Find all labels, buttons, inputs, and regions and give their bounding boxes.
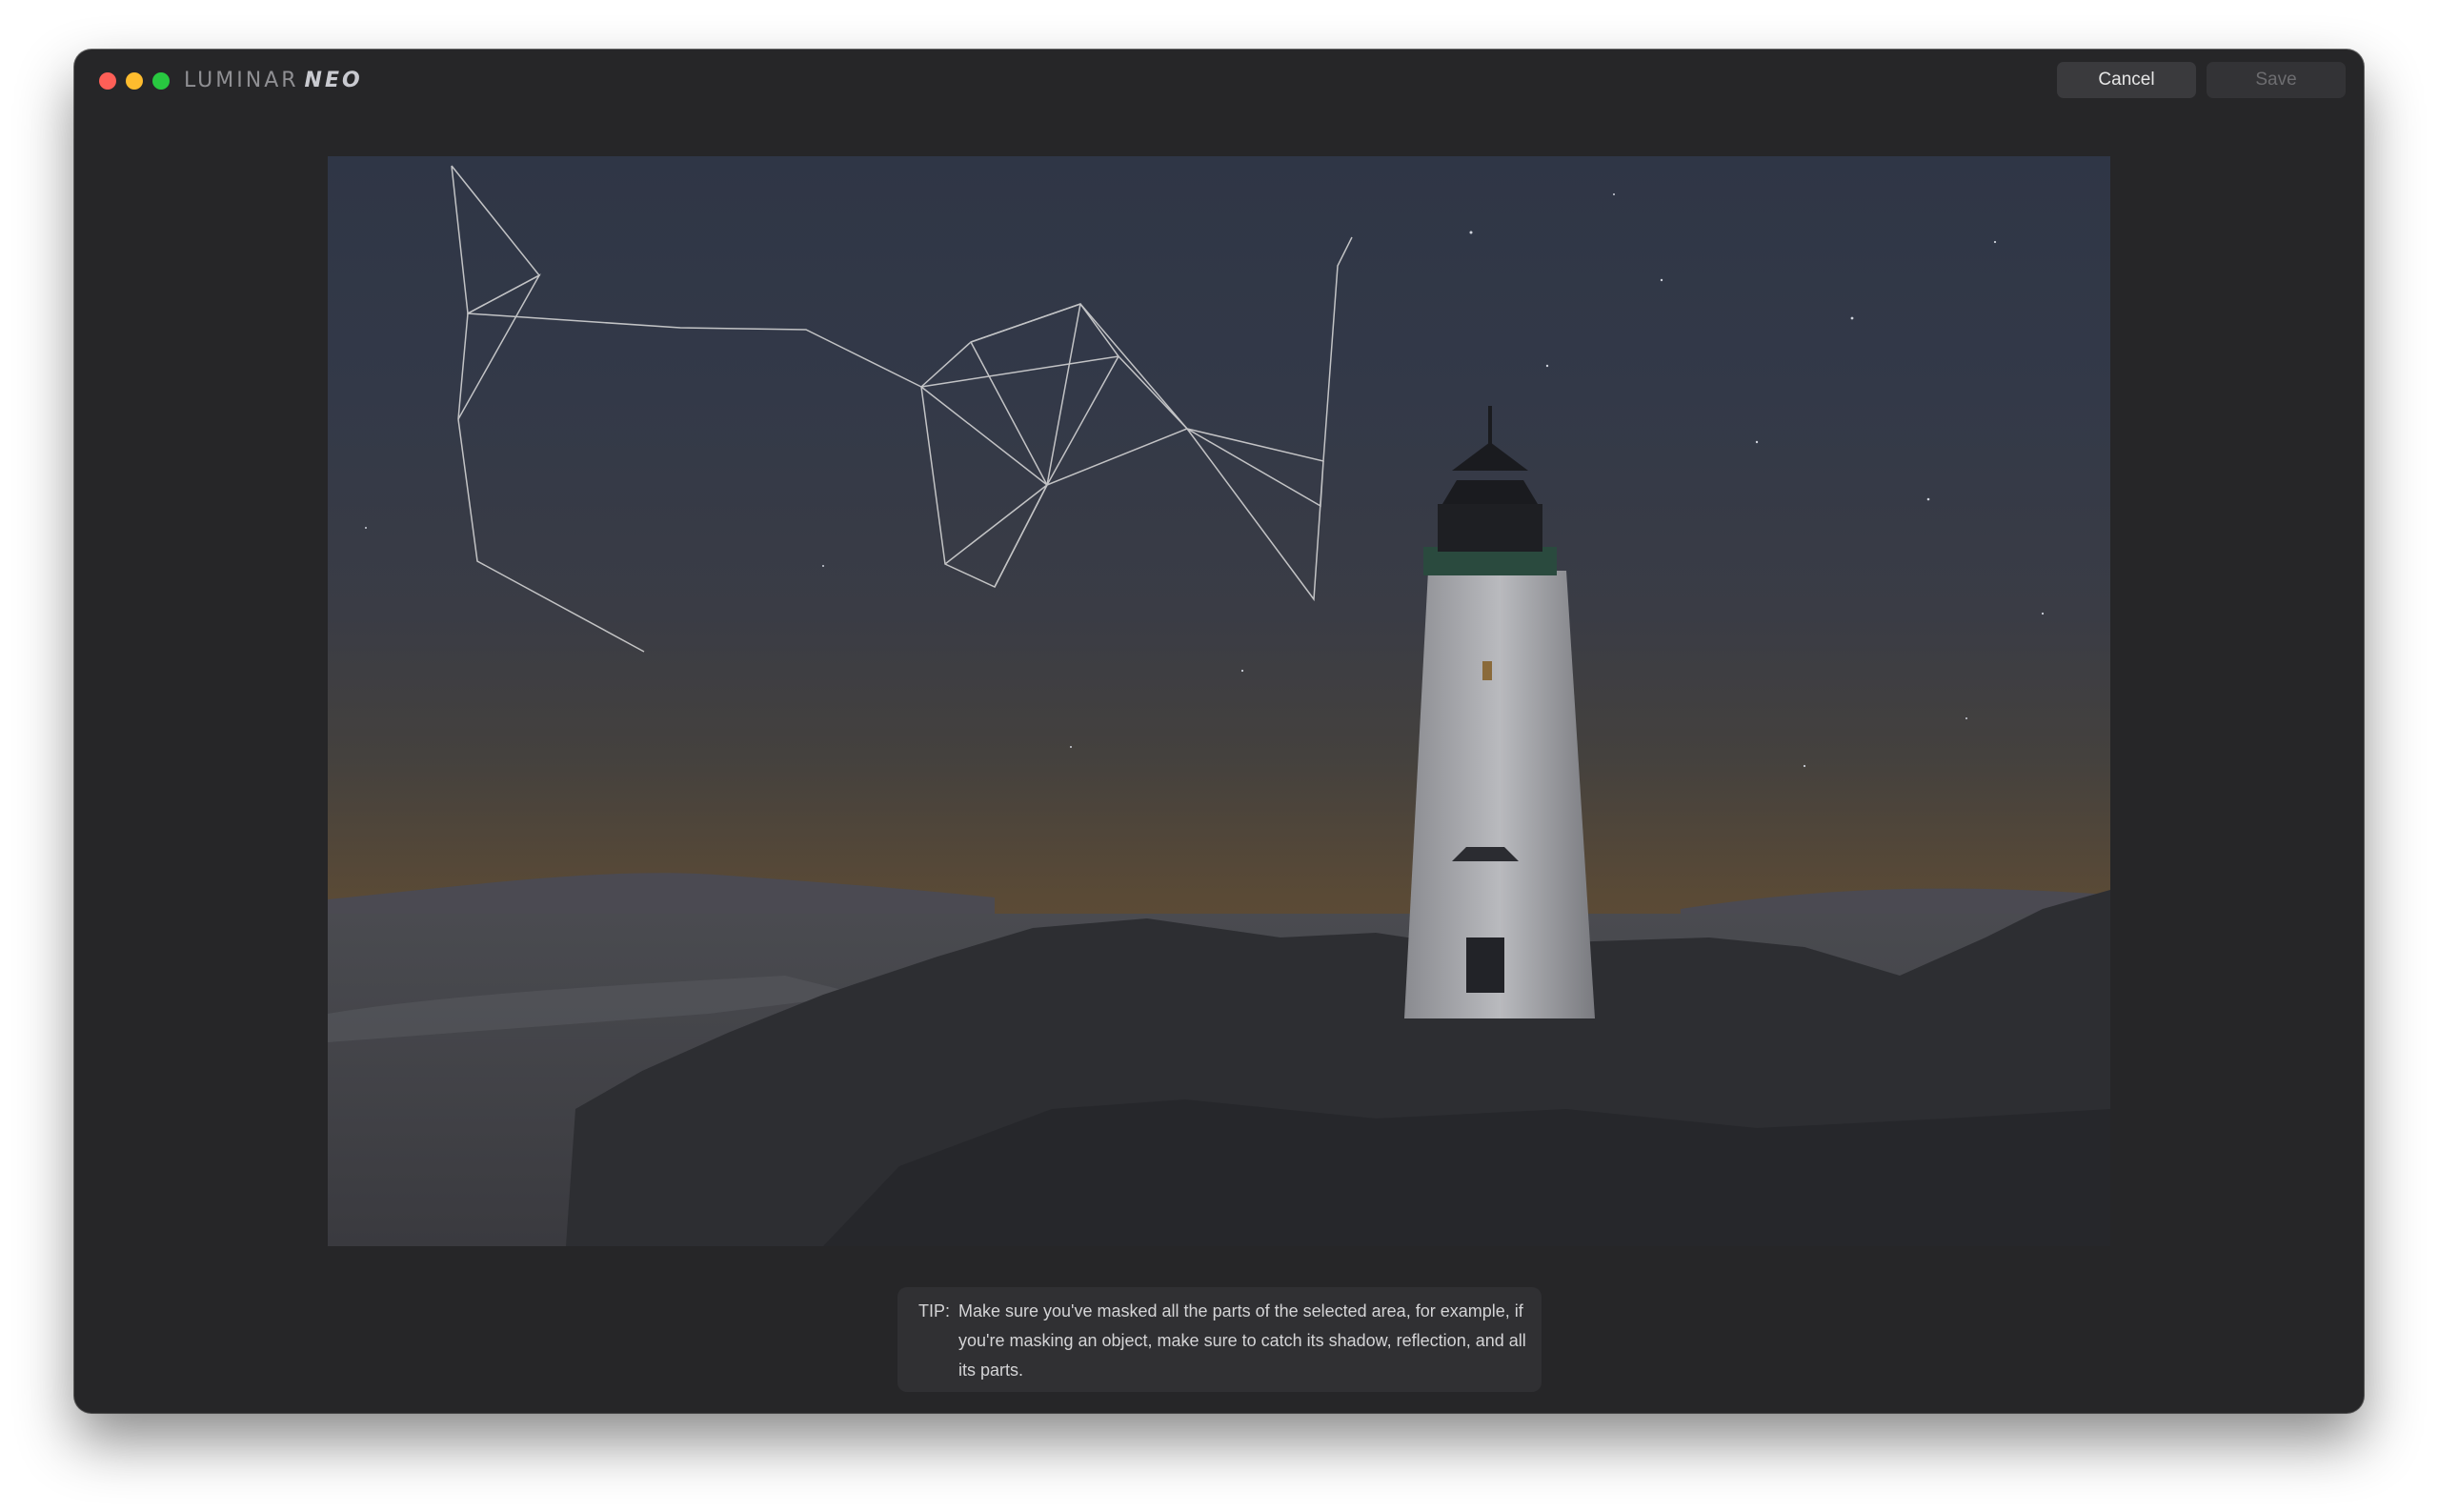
minimize-dot-icon[interactable]: [126, 72, 143, 90]
photo-canvas[interactable]: [328, 156, 2110, 1246]
cancel-button[interactable]: Cancel: [2057, 62, 2196, 98]
tip-panel: TIP: Make sure you've masked all the par…: [897, 1287, 1542, 1392]
tip-text: Make sure you've masked all the parts of…: [958, 1301, 1526, 1380]
close-dot-icon[interactable]: [99, 72, 116, 90]
app-logo: LUMINAR NEO: [184, 68, 363, 94]
maximize-dot-icon[interactable]: [152, 72, 170, 90]
brand-bold: NEO: [304, 69, 363, 92]
save-button[interactable]: Save: [2207, 62, 2346, 98]
tip-label: TIP:: [918, 1301, 951, 1320]
brand-light: LUMINAR: [184, 69, 299, 92]
app-window: LUMINAR NEO Cancel Save TIP: Make sure y…: [74, 50, 2364, 1413]
mask-lines-overlay: [451, 165, 1353, 653]
title-bar: LUMINAR NEO Cancel Save: [74, 50, 2364, 111]
